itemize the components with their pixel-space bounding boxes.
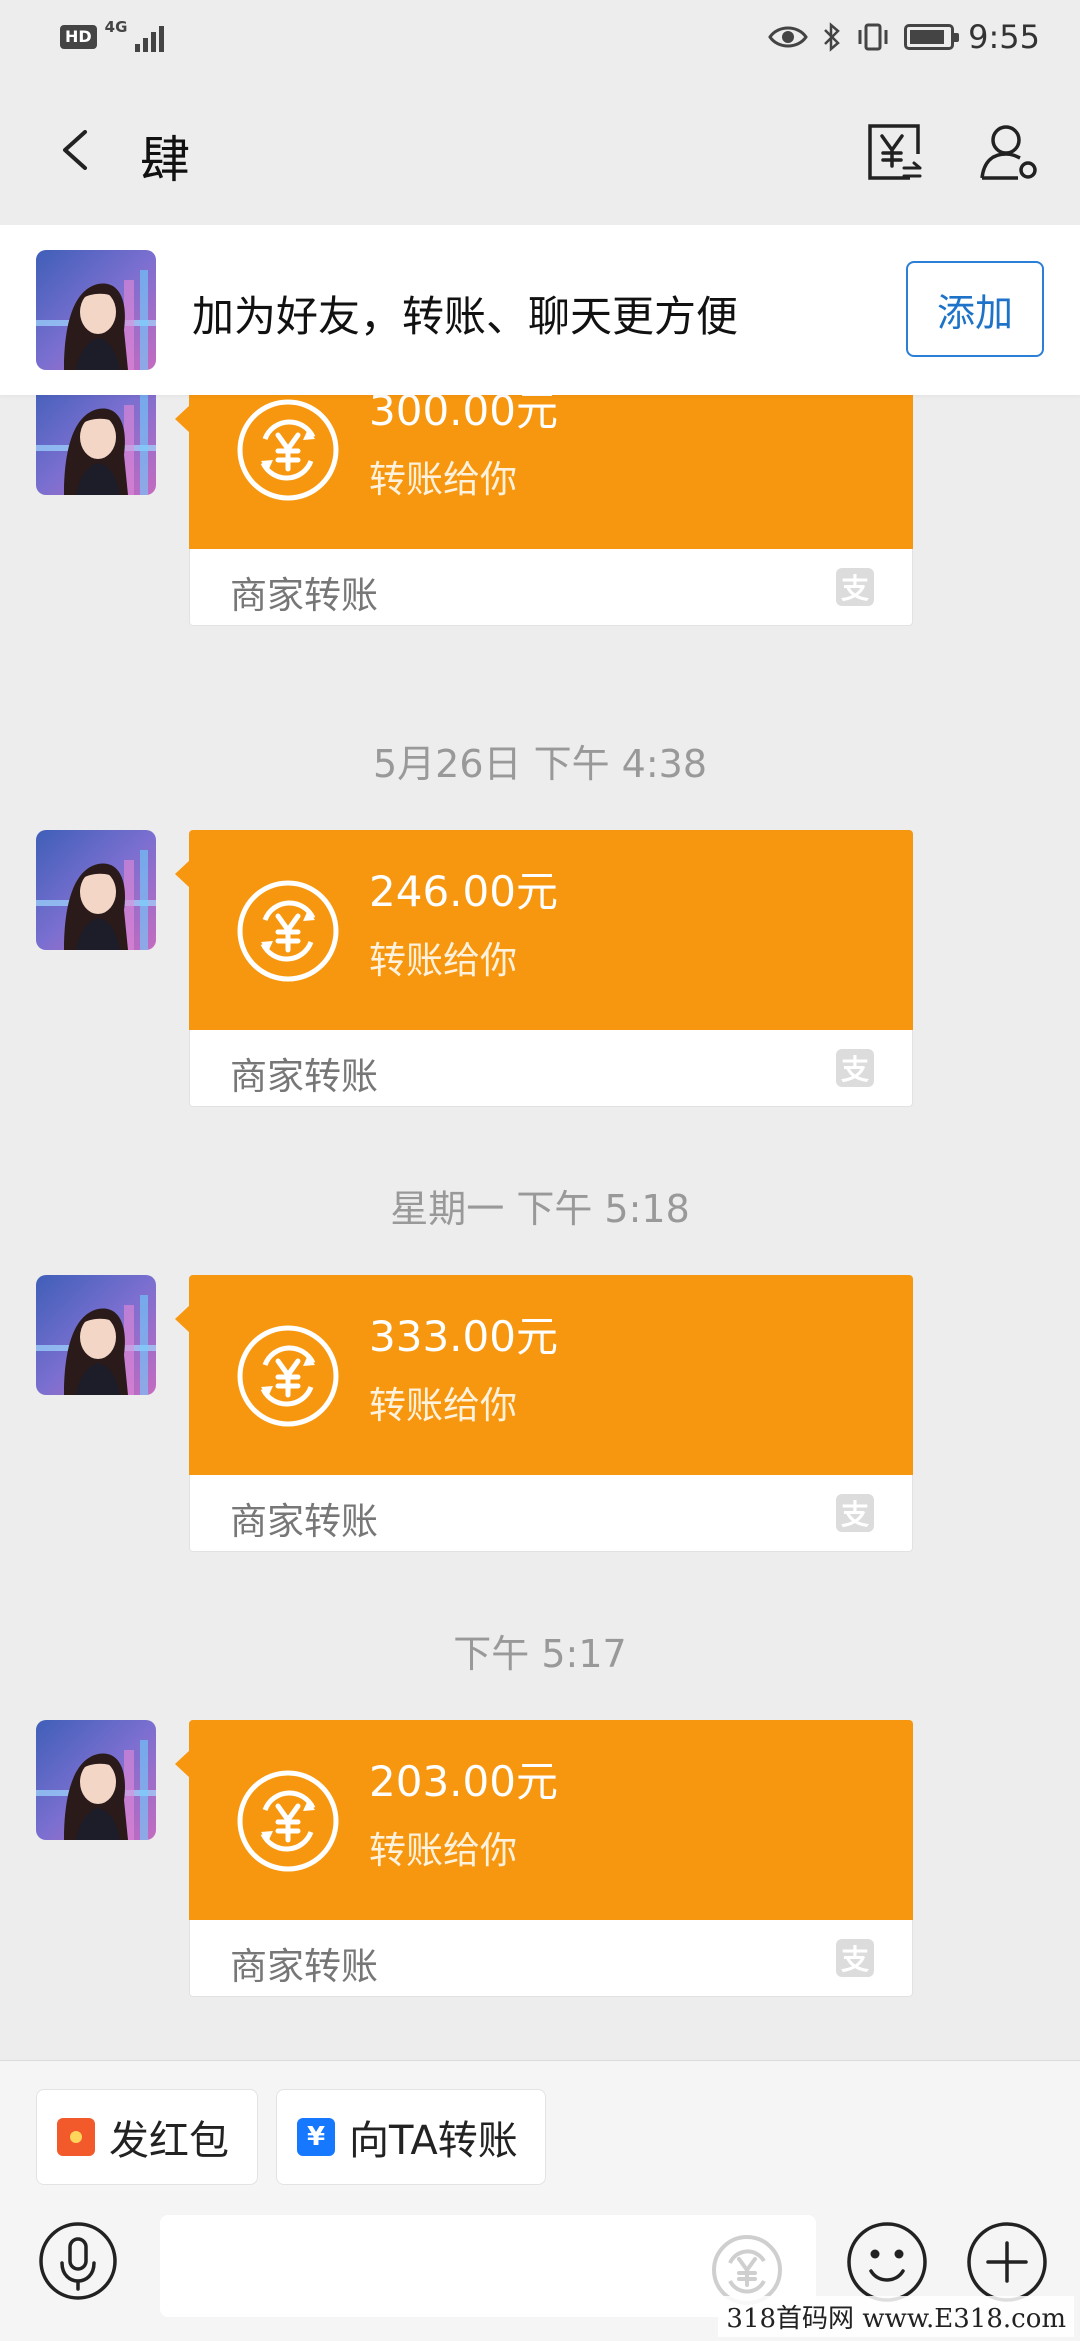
network-type: 4G	[104, 18, 128, 36]
nav-bar: 肆	[0, 80, 1080, 225]
alipay-icon: 支	[836, 568, 874, 606]
transfer-card-header: 333.00元 转账给你	[175, 1275, 913, 1475]
transfer-card-footer: 商家转账 支	[189, 1475, 913, 1552]
signal-icon	[135, 22, 165, 52]
emoji-icon[interactable]	[846, 2221, 928, 2303]
sender-avatar[interactable]	[36, 1720, 156, 1840]
transfer-icon: ¥	[297, 2118, 335, 2156]
transfer-amount: 300.00元	[369, 395, 558, 435]
transfer-yuan-icon	[235, 878, 341, 984]
transfer-yuan-icon	[235, 397, 341, 503]
transfer-amount: 203.00元	[369, 1757, 558, 1806]
contact-profile-icon[interactable]	[978, 120, 1042, 184]
transfer-card[interactable]: 333.00元 转账给你 商家转账 支	[175, 1275, 913, 1553]
back-arrow-icon[interactable]	[55, 130, 95, 170]
red-packet-icon	[57, 2118, 95, 2156]
transfer-yuan-icon	[235, 1768, 341, 1874]
add-friend-button[interactable]: 添加	[906, 261, 1044, 357]
message-timestamp: 星期一 下午 5:18	[390, 1187, 690, 1231]
contact-avatar[interactable]	[36, 250, 156, 370]
watermark: 318首码网 www.E318.com	[718, 2296, 1074, 2337]
battery-icon	[904, 24, 960, 50]
transfer-source-label: 商家转账	[230, 1945, 378, 1988]
transfer-card-footer: 商家转账 支	[189, 1030, 913, 1107]
transfer-amount: 246.00元	[369, 867, 558, 916]
transfer-record-icon[interactable]	[862, 120, 926, 184]
transfer-subtitle: 转账给你	[369, 939, 517, 982]
status-right: 9:55	[768, 18, 1040, 56]
add-friend-prompt: 加为好友，转账、聊天更方便	[192, 292, 739, 341]
message-timestamp: 5月26日 下午 4:38	[372, 742, 708, 786]
transfer-card-header: 203.00元 转账给你	[175, 1720, 913, 1920]
transfer-source-label: 商家转账	[230, 1055, 378, 1098]
more-plus-icon[interactable]	[966, 2221, 1048, 2303]
alipay-icon: 支	[836, 1494, 874, 1532]
bluetooth-icon	[824, 22, 840, 52]
status-time: 9:55	[968, 18, 1040, 56]
alipay-icon: 支	[836, 1049, 874, 1087]
eye-icon	[768, 26, 808, 48]
red-packet-label: 发红包	[109, 2118, 229, 2164]
transfer-card[interactable]: 246.00元 转账给你 商家转账 支	[175, 830, 913, 1108]
transfer-card[interactable]: 203.00元 转账给你 商家转账 支	[175, 1720, 913, 1998]
transfer-amount: 333.00元	[369, 1312, 558, 1361]
alipay-icon: 支	[836, 1939, 874, 1977]
transfer-card-header: 300.00元 转账给你	[175, 395, 913, 549]
transfer-card-header: 246.00元 转账给你	[175, 830, 913, 1030]
sender-avatar[interactable]	[36, 1275, 156, 1395]
hd-badge: HD	[60, 25, 97, 49]
transfer-source-label: 商家转账	[230, 1500, 378, 1543]
send-red-packet-button[interactable]: 发红包	[36, 2089, 258, 2185]
transfer-subtitle: 转账给你	[369, 1384, 517, 1427]
chat-history[interactable]: 300.00元 转账给你 商家转账 支 5月26日 下午 4:38 246.00…	[0, 395, 1080, 2060]
chat-title: 肆	[140, 131, 190, 189]
voice-input-icon[interactable]	[38, 2221, 118, 2301]
transfer-yuan-icon	[235, 1323, 341, 1429]
sender-avatar[interactable]	[36, 830, 156, 950]
add-friend-banner: 加为好友，转账、聊天更方便 添加	[0, 225, 1080, 395]
transfer-card-footer: 商家转账 支	[189, 549, 913, 626]
transfer-subtitle: 转账给你	[369, 458, 517, 501]
transfer-card-footer: 商家转账 支	[189, 1920, 913, 1997]
transfer-source-label: 商家转账	[230, 574, 378, 617]
vibrate-icon	[858, 23, 888, 51]
message-timestamp: 下午 5:17	[453, 1632, 627, 1676]
sender-avatar[interactable]	[36, 395, 156, 495]
status-bar: HD 4G 9:55	[0, 0, 1080, 80]
transfer-to-contact-button[interactable]: ¥ 向TA转账	[276, 2089, 546, 2185]
transfer-card[interactable]: 300.00元 转账给你 商家转账 支	[175, 395, 913, 627]
status-left: HD 4G	[60, 18, 165, 52]
bottom-panel: 发红包 ¥ 向TA转账 318首码网 www.E318.com	[0, 2060, 1080, 2341]
transfer-label: 向TA转账	[349, 2118, 518, 2164]
transfer-subtitle: 转账给你	[369, 1829, 517, 1872]
